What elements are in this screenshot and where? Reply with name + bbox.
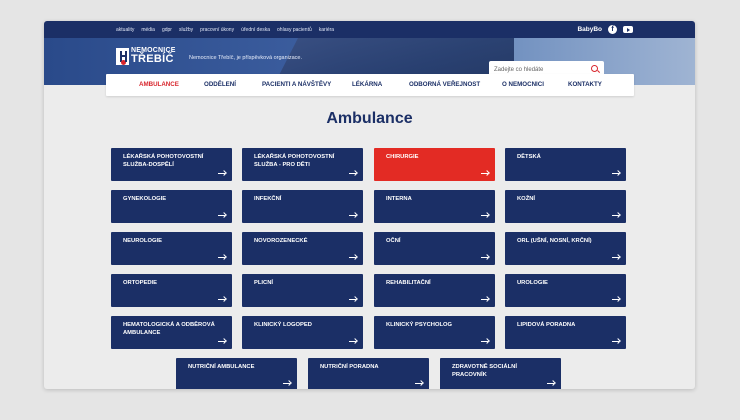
arrow-right-icon [481,255,489,260]
arrow-right-icon [481,297,489,302]
tile-label: ORTOPEDIE [123,280,158,286]
tile-ortopedie[interactable]: ORTOPEDIE [111,274,232,307]
tile-chirurgie[interactable]: CHIRURGIE [374,148,495,181]
tile-label: OČNÍ [386,238,401,244]
tile-lps-deti[interactable]: LÉKAŘSKÁ POHOTOVOSTNÍ SLUŽBA - PRO DĚTI [242,148,363,181]
topbar-right: BabyBo f [577,21,633,38]
browser-page: aktuality média gdpr služby pracovní úko… [44,21,695,389]
utility-link-ohlasy[interactable]: ohlasy pacientů [277,27,312,33]
babybox-link[interactable]: BabyBo [577,26,602,33]
search-icon[interactable] [591,65,600,74]
tile-plicni[interactable]: PLICNÍ [242,274,363,307]
tile-klinicky-logoped[interactable]: KLINICKÝ LOGOPED [242,316,363,349]
tile-label: DĚTSKÁ [517,154,541,160]
arrow-right-icon [218,213,226,218]
tile-label: LÉKAŘSKÁ POHOTOVOSTNÍ SLUŽBA - PRO DĚTI [254,154,335,168]
arrow-right-icon [612,171,620,176]
search-input[interactable]: Zadejte co hledáte [489,67,591,73]
nav-item-odborna-verejnost[interactable]: ODBORNÁ VEŘEJNOST [409,74,480,96]
arrow-right-icon [218,339,226,344]
tile-interna[interactable]: INTERNA [374,190,495,223]
tile-label: NUTRIČNÍ AMBULANCE [188,364,255,370]
tile-label: NOVOROZENECKÉ [254,238,308,244]
arrow-right-icon [481,339,489,344]
utility-link-media[interactable]: média [141,27,155,33]
utility-link-uredni-deska[interactable]: úřední deska [241,27,270,33]
tile-label: PLICNÍ [254,280,274,286]
arrow-right-icon [612,213,620,218]
tile-infekcni[interactable]: INFEKČNÍ [242,190,363,223]
tile-label: NEUROLOGIE [123,238,162,244]
youtube-icon[interactable] [623,26,633,33]
utility-link-kariera[interactable]: kariéra [319,27,334,33]
arrow-right-icon [547,381,555,386]
arrow-right-icon [349,171,357,176]
tile-neurologie[interactable]: NEUROLOGIE [111,232,232,265]
tile-nutricni-ambulance[interactable]: NUTRIČNÍ AMBULANCE [176,358,297,389]
top-utility-bar: aktuality média gdpr služby pracovní úko… [44,21,695,38]
tile-label: CHIRURGIE [386,154,419,160]
utility-link-aktuality[interactable]: aktuality [116,27,134,33]
arrow-right-icon [283,381,291,386]
arrow-right-icon [612,339,620,344]
tile-detska[interactable]: DĚTSKÁ [505,148,626,181]
utility-links: aktuality média gdpr služby pracovní úko… [44,27,341,33]
main-nav: AMBULANCE ODDĚLENÍ PACIENTI A NÁVŠTĚVY L… [106,74,634,96]
tile-label: HEMATOLOGICKÁ A ODBĚROVÁ AMBULANCE [123,322,215,336]
arrow-right-icon [481,171,489,176]
tile-lipidova-poradna[interactable]: LIPIDOVÁ PORADNA [505,316,626,349]
tile-gynekologie[interactable]: GYNEKOLOGIE [111,190,232,223]
tile-kozni[interactable]: KOŽNÍ [505,190,626,223]
arrow-right-icon [218,171,226,176]
tile-novorozenecke[interactable]: NOVOROZENECKÉ [242,232,363,265]
tile-label: INFEKČNÍ [254,196,282,202]
header-tagline: Nemocnice Třebíč, je příspěvková organiz… [189,55,303,61]
arrow-right-icon [349,297,357,302]
nav-item-oddeleni[interactable]: ODDĚLENÍ [204,74,236,96]
tile-label: KLINICKÝ LOGOPED [254,322,312,328]
tile-zdravotne-socialni[interactable]: ZDRAVOTNĚ SOCIÁLNÍ PRACOVNÍK [440,358,561,389]
nav-item-kontakty[interactable]: KONTAKTY [568,74,602,96]
tile-hematologicka[interactable]: HEMATOLOGICKÁ A ODBĚROVÁ AMBULANCE [111,316,232,349]
hospital-logo-icon [116,47,129,65]
arrow-right-icon [349,339,357,344]
tile-label: GYNEKOLOGIE [123,196,167,202]
tile-label: KOŽNÍ [517,196,536,202]
tile-label: UROLOGIE [517,280,548,286]
logo-line-2: TŘEBÍČ [131,53,174,65]
tile-label: REHABILITAČNÍ [386,280,431,286]
arrow-right-icon [415,381,423,386]
facebook-icon[interactable]: f [608,25,617,34]
arrow-right-icon [349,213,357,218]
arrow-right-icon [612,297,620,302]
nav-item-lekarna[interactable]: LÉKÁRNA [352,74,382,96]
tile-label: KLINICKÝ PSYCHOLOG [386,322,453,328]
tile-label: INTERNA [386,196,412,202]
arrow-right-icon [218,297,226,302]
tile-nutricni-poradna[interactable]: NUTRIČNÍ PORADNA [308,358,429,389]
tile-klinicky-psycholog[interactable]: KLINICKÝ PSYCHOLOG [374,316,495,349]
tile-label: ORL (UŠNÍ, NOSNÍ, KRČNÍ) [517,238,592,244]
tile-rehabilitacni[interactable]: REHABILITAČNÍ [374,274,495,307]
page-title: Ambulance [326,110,413,127]
tile-label: ZDRAVOTNĚ SOCIÁLNÍ PRACOVNÍK [452,364,517,378]
arrow-right-icon [218,255,226,260]
arrow-right-icon [349,255,357,260]
utility-link-pracovni-ukony[interactable]: pracovní úkony [200,27,234,33]
nav-item-ambulance[interactable]: AMBULANCE [139,74,179,96]
tile-label: LÉKAŘSKÁ POHOTOVOSTNÍ SLUŽBA-DOSPĚLÍ [123,154,204,168]
tile-urologie[interactable]: UROLOGIE [505,274,626,307]
arrow-right-icon [481,213,489,218]
tile-label: LIPIDOVÁ PORADNA [517,322,576,328]
tile-lps-dospeli[interactable]: LÉKAŘSKÁ POHOTOVOSTNÍ SLUŽBA-DOSPĚLÍ [111,148,232,181]
site-logo[interactable]: NEMOCNICE TŘEBÍČ [116,47,176,65]
tile-ocni[interactable]: OČNÍ [374,232,495,265]
tile-orl[interactable]: ORL (UŠNÍ, NOSNÍ, KRČNÍ) [505,232,626,265]
nav-item-pacienti[interactable]: PACIENTI A NÁVŠTĚVY [262,74,331,96]
utility-link-sluzby[interactable]: služby [179,27,193,33]
utility-link-gdpr[interactable]: gdpr [162,27,172,33]
arrow-right-icon [612,255,620,260]
nav-item-o-nemocnici[interactable]: O NEMOCNICI [502,74,544,96]
tile-label: NUTRIČNÍ PORADNA [320,364,379,370]
